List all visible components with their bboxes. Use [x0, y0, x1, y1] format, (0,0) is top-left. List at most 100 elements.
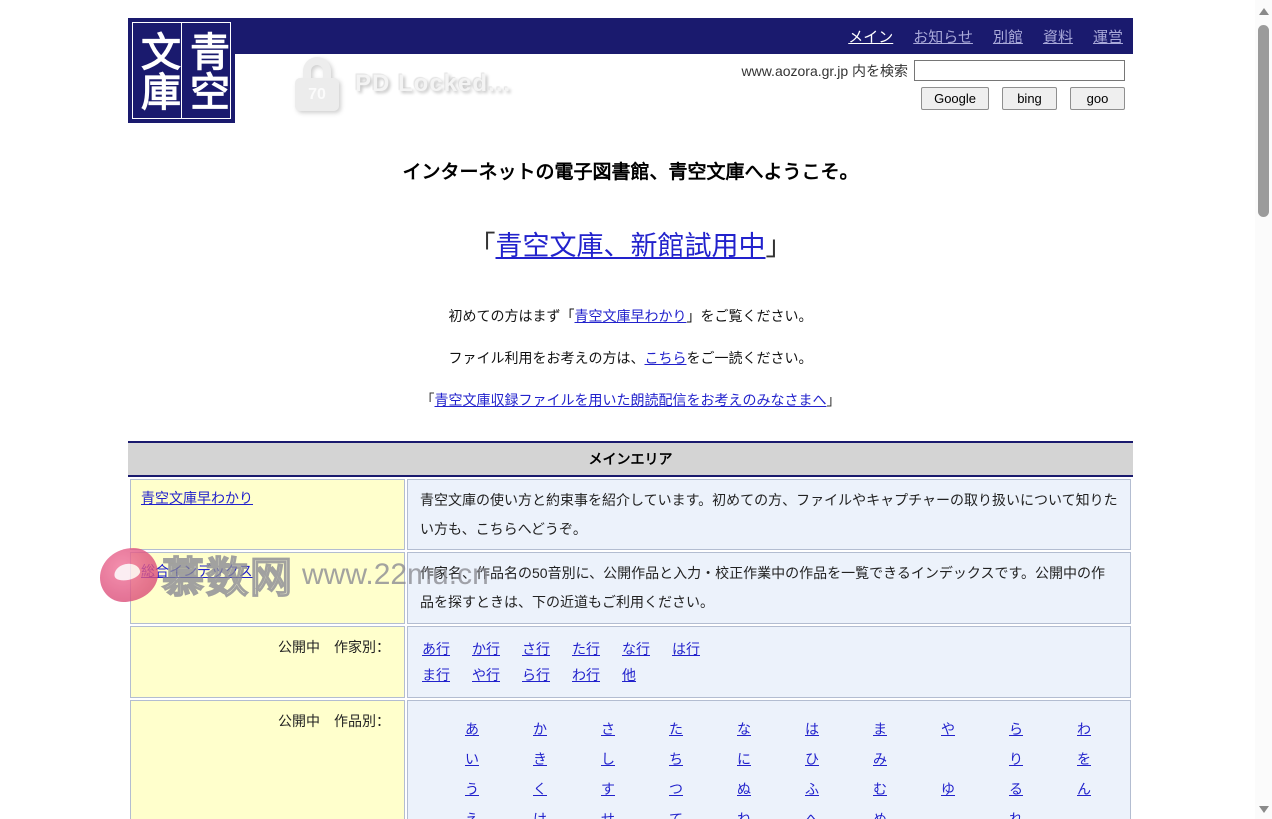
- hayawakari-description: 青空文庫の使い方と約束事を紹介しています。初めての方、ファイルやキャプチャーの取…: [407, 479, 1131, 551]
- author-group-link[interactable]: は行: [672, 641, 700, 657]
- work-kana-link[interactable]: り: [1009, 751, 1023, 767]
- author-group-link[interactable]: ま行: [422, 667, 450, 683]
- vertical-scrollbar[interactable]: [1255, 0, 1272, 819]
- works-links-cell: あかさたなはまやらわいきしちにひみりをうくすつぬふむゆるんえけせてねへめれおこそ…: [407, 699, 1131, 819]
- work-kana-cell: う: [438, 775, 506, 805]
- aozora-bunko-page: メイン お知らせ 別館 資料 運営 文庫 青空 70 PD Locked... www.a…: [0, 0, 1272, 819]
- work-kana-empty: [914, 805, 982, 819]
- kochira-link[interactable]: こちら: [645, 350, 687, 366]
- work-kana-link[interactable]: ら: [1009, 721, 1023, 737]
- work-kana-link[interactable]: や: [941, 721, 955, 737]
- work-kana-cell: た: [642, 715, 710, 745]
- work-kana-link[interactable]: て: [669, 811, 683, 819]
- logo-column: 文庫: [132, 22, 182, 119]
- hayawakari-table-link[interactable]: 青空文庫早わかり: [141, 490, 253, 506]
- work-kana-link[interactable]: た: [669, 721, 683, 737]
- author-group-link[interactable]: ら行: [522, 667, 550, 683]
- broadcast-link[interactable]: 青空文庫収録ファイルを用いた朗読配信をお考えのみなさまへ: [435, 392, 827, 408]
- work-kana-link[interactable]: け: [533, 811, 547, 819]
- author-group-link[interactable]: や行: [472, 667, 500, 683]
- work-kana-link[interactable]: ゆ: [941, 781, 955, 797]
- work-kana-cell: え: [438, 805, 506, 819]
- work-kana-link[interactable]: む: [873, 781, 887, 797]
- nav-link[interactable]: お知らせ: [913, 29, 973, 46]
- work-kana-link[interactable]: あ: [465, 721, 479, 737]
- work-kana-link[interactable]: つ: [669, 781, 683, 797]
- work-kana-link[interactable]: に: [737, 751, 751, 767]
- work-kana-link[interactable]: す: [601, 781, 615, 797]
- aozora-logo[interactable]: 文庫 青空: [128, 18, 235, 123]
- author-group-link[interactable]: わ行: [572, 667, 600, 683]
- author-group-link[interactable]: た行: [572, 641, 600, 657]
- table-row: 総合インデックス 作家名、作品名の50音別に、公開作品と入力・校正作業中の作品を…: [130, 552, 1131, 624]
- work-kana-link[interactable]: ま: [873, 721, 887, 737]
- nav-link[interactable]: 資料: [1043, 29, 1073, 46]
- authors-label-cell: 公開中 作家別：: [130, 625, 405, 698]
- work-kana-link[interactable]: ち: [669, 751, 683, 767]
- work-kana-link[interactable]: さ: [601, 721, 615, 737]
- main-area-table: メインエリア 青空文庫早わかり 青空文庫の使い方と約束事を紹介しています。初めて…: [128, 441, 1133, 819]
- table-row: 青空文庫早わかり 青空文庫の使い方と約束事を紹介しています。初めての方、ファイル…: [130, 479, 1131, 551]
- work-kana-link[interactable]: み: [873, 751, 887, 767]
- search-button-goo[interactable]: goo: [1070, 87, 1125, 110]
- work-kana-cell: ら: [982, 715, 1050, 745]
- work-kana-link[interactable]: な: [737, 721, 751, 737]
- work-kana-link[interactable]: を: [1077, 751, 1091, 767]
- work-kana-link[interactable]: ね: [737, 811, 751, 819]
- new-site-link[interactable]: 青空文庫、新館試用中: [496, 231, 766, 261]
- author-group-link[interactable]: さ行: [522, 641, 550, 657]
- work-kana-link[interactable]: る: [1009, 781, 1023, 797]
- scroll-down-arrow-icon[interactable]: [1259, 806, 1269, 813]
- work-kana-link[interactable]: し: [601, 751, 615, 767]
- work-kana-link[interactable]: ふ: [805, 781, 819, 797]
- work-kana-link[interactable]: め: [873, 811, 887, 819]
- work-kana-link[interactable]: せ: [601, 811, 615, 819]
- work-kana-cell: な: [710, 715, 778, 745]
- work-kana-cell: つ: [642, 775, 710, 805]
- intro-beginners-suffix: 」をご覧ください。: [686, 308, 813, 324]
- nav-link[interactable]: 運営: [1093, 29, 1123, 46]
- broadcast-close-bracket: 」: [826, 392, 841, 408]
- search-button-bing[interactable]: bing: [1002, 87, 1057, 110]
- work-kana-link[interactable]: れ: [1009, 811, 1023, 819]
- main-area-header: メインエリア: [128, 441, 1133, 477]
- broadcast-open-bracket: 「: [420, 392, 435, 408]
- work-kana-link[interactable]: ん: [1077, 781, 1091, 797]
- table-row: 公開中 作家別： あ行 か行 さ行 た行 な行 は行ま行 や行 ら行 わ行 他: [130, 625, 1131, 698]
- work-kana-link[interactable]: ひ: [805, 751, 819, 767]
- work-kana-link[interactable]: く: [533, 781, 547, 797]
- intro-file-use: ファイル利用をお考えの方は、こちらをご一読ください。: [128, 348, 1133, 368]
- welcome-heading: インターネットの電子図書館、青空文庫へようこそ。: [402, 162, 859, 183]
- hayawakari-link[interactable]: 青空文庫早わかり: [575, 308, 687, 324]
- work-kana-link[interactable]: へ: [805, 811, 819, 819]
- nav-link[interactable]: 別館: [993, 29, 1023, 46]
- work-kana-link[interactable]: わ: [1077, 721, 1091, 737]
- work-kana-link[interactable]: ぬ: [737, 781, 751, 797]
- work-kana-link[interactable]: う: [465, 781, 479, 797]
- work-kana-link[interactable]: か: [533, 721, 547, 737]
- work-kana-link[interactable]: き: [533, 751, 547, 767]
- index-description: 作家名、作品名の50音別に、公開作品と入力・校正作業中の作品を一覧できるインデッ…: [407, 552, 1131, 624]
- author-group-link[interactable]: 他: [622, 667, 636, 683]
- work-kana-cell: き: [506, 745, 574, 775]
- work-kana-cell: に: [710, 745, 778, 775]
- work-kana-link[interactable]: は: [805, 721, 819, 737]
- scroll-up-arrow-icon[interactable]: [1259, 8, 1269, 15]
- work-kana-empty: [1050, 805, 1118, 819]
- work-kana-link[interactable]: い: [465, 751, 479, 767]
- search-input[interactable]: [914, 60, 1125, 81]
- author-group-link[interactable]: か行: [472, 641, 500, 657]
- search-engine-buttons: Google bing goo: [713, 87, 1125, 110]
- general-index-link[interactable]: 総合インデックス: [141, 563, 253, 579]
- scrollbar-thumb[interactable]: [1258, 25, 1269, 217]
- author-group-link[interactable]: な行: [622, 641, 650, 657]
- work-kana-link[interactable]: え: [465, 811, 479, 819]
- work-kana-cell: る: [982, 775, 1050, 805]
- author-group-link[interactable]: あ行: [422, 641, 450, 657]
- nav-link[interactable]: メイン: [848, 29, 893, 46]
- work-kana-cell: か: [506, 715, 574, 745]
- search-button-google[interactable]: Google: [921, 87, 989, 110]
- banner-close-bracket: 」: [765, 231, 793, 261]
- work-kana-cell: ね: [710, 805, 778, 819]
- logo-characters: 文庫 青空: [132, 22, 231, 119]
